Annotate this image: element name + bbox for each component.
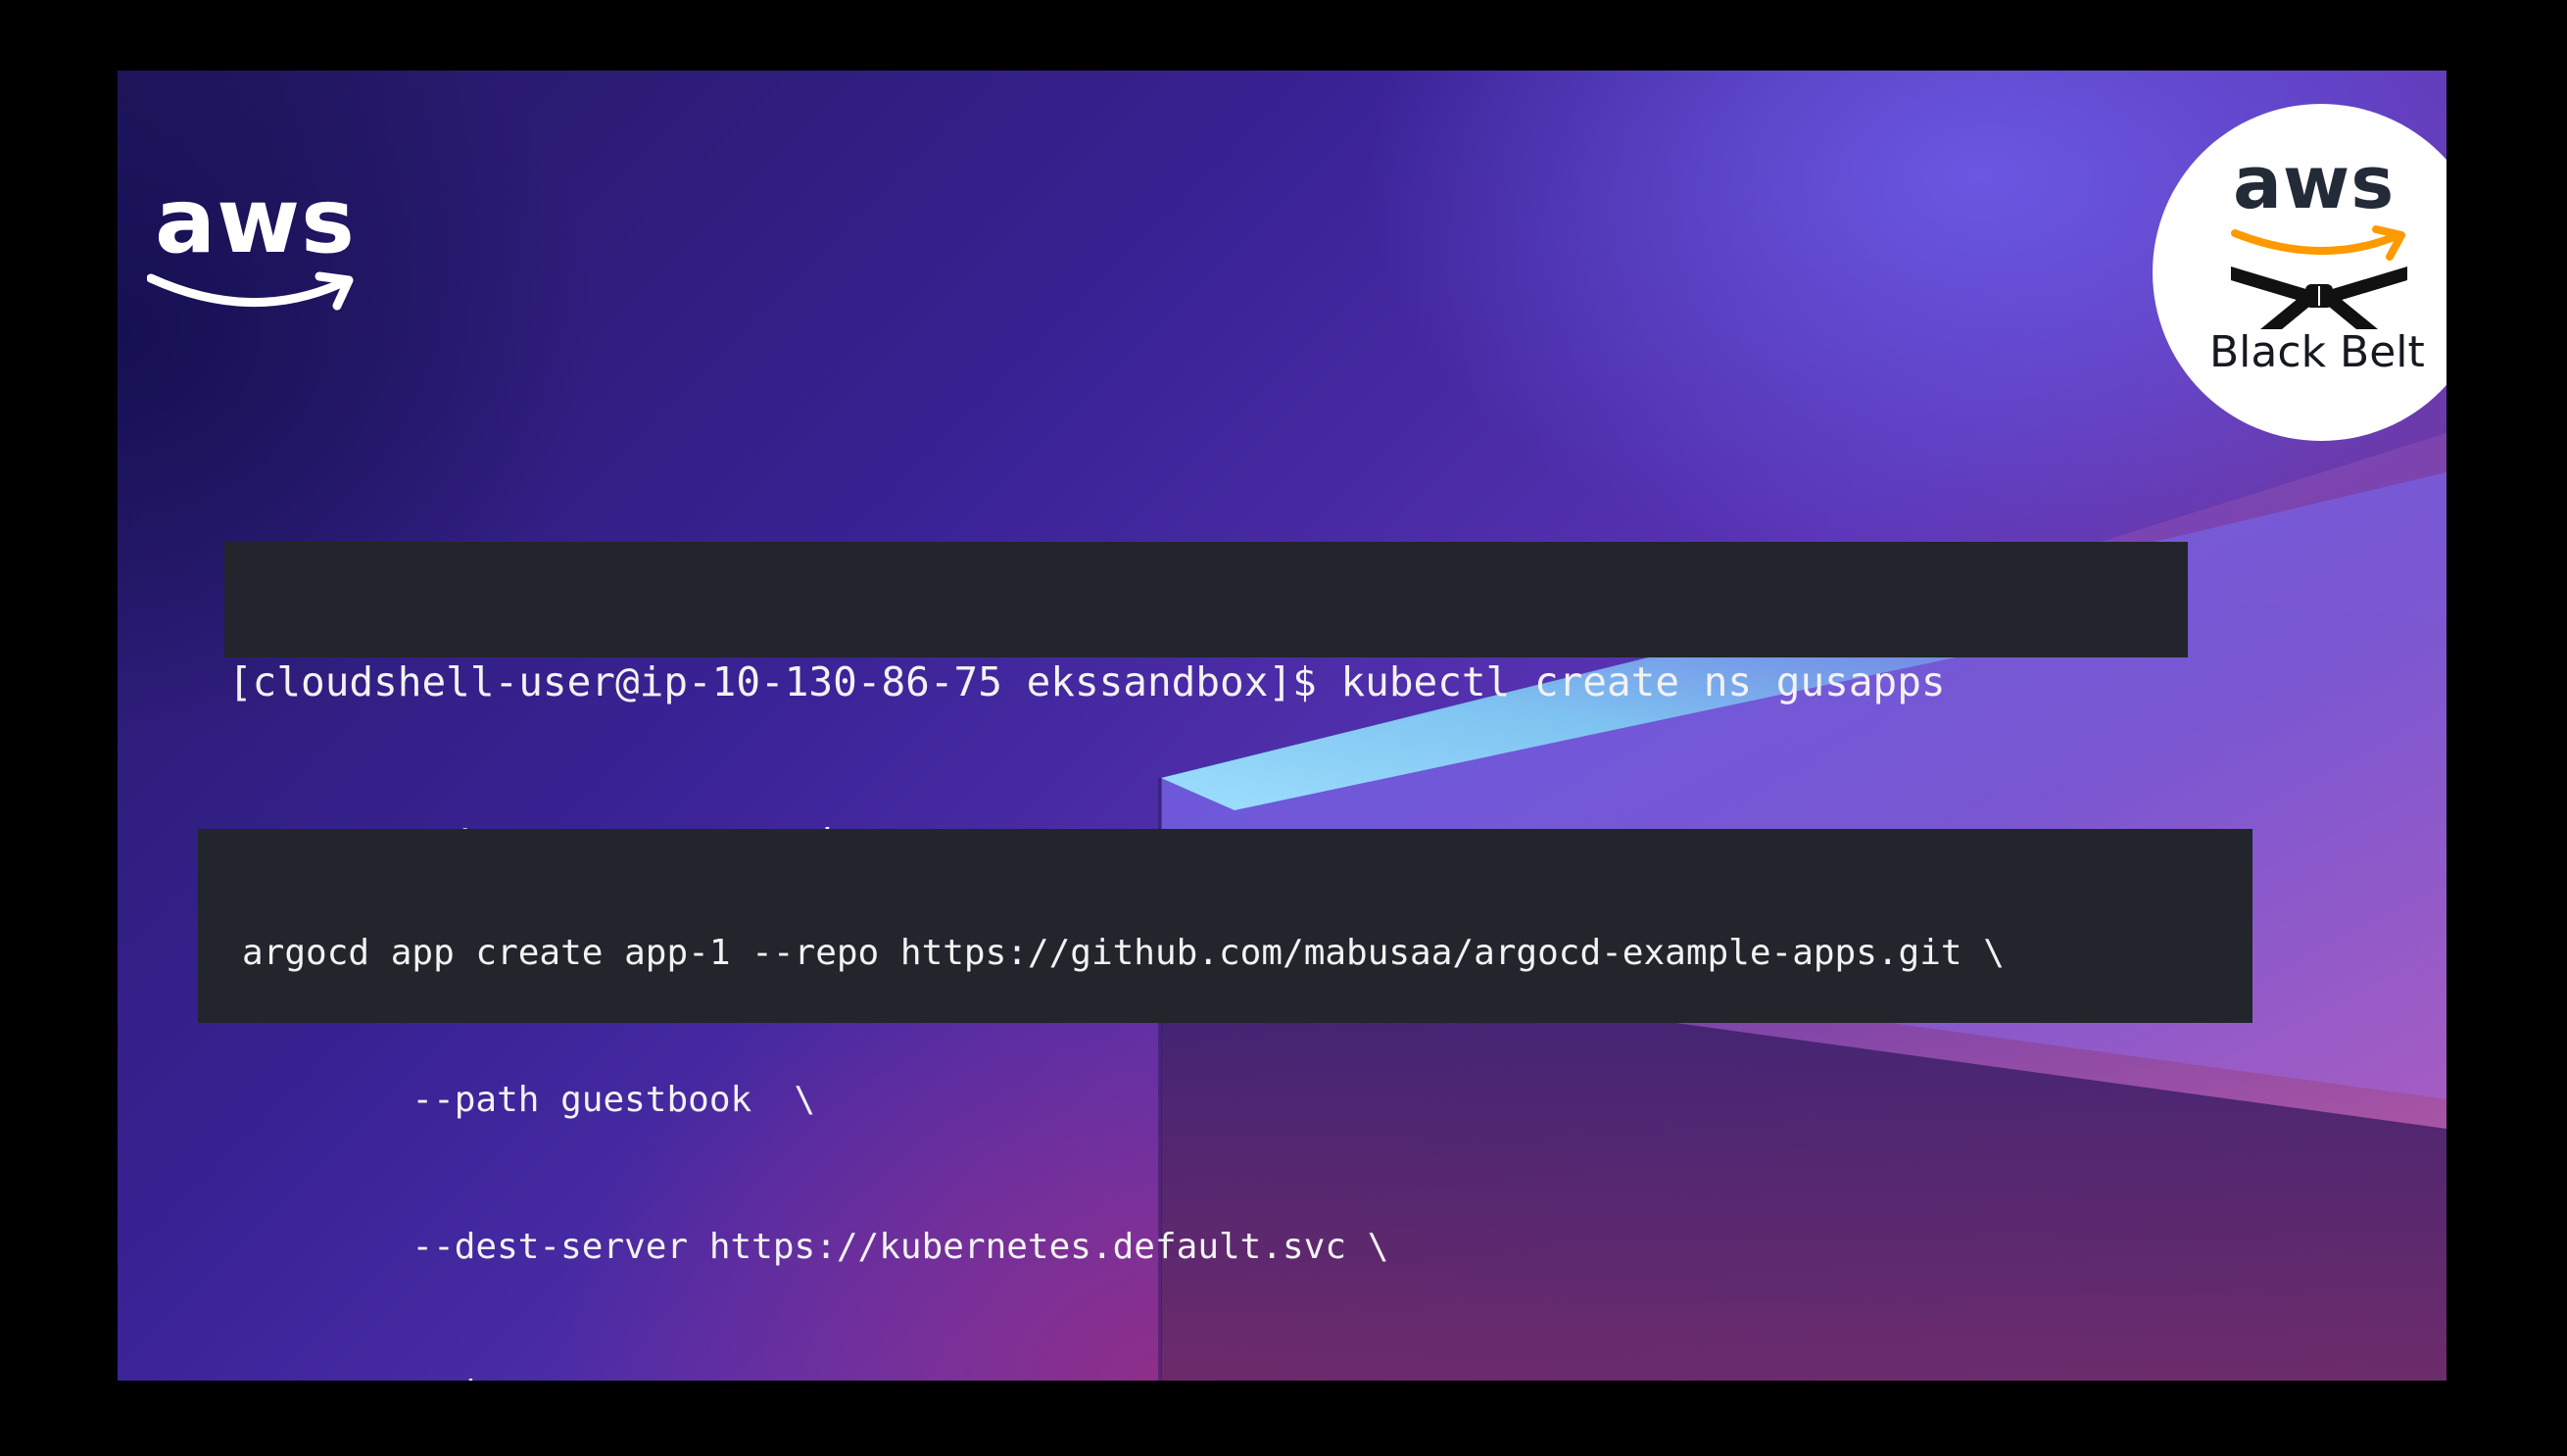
- terminal-line: --path guestbook \: [242, 1080, 816, 1120]
- presentation-slide: aws aws Black Belt [cloudshell-user@ip-1…: [118, 71, 2446, 1381]
- terminal-command-2: argocd app create app-1 --repo https://g…: [198, 829, 2252, 1381]
- aws-smile-arrow-icon: [147, 271, 354, 311]
- black-belt-label: Black Belt: [2209, 327, 2425, 377]
- aws-logo-icon: aws: [147, 176, 363, 314]
- terminal-line: [cloudshell-user@ip-10-130-86-75 ekssand…: [228, 658, 1946, 705]
- terminal-line: --dest-server https://kubernetes.default…: [242, 1227, 1389, 1267]
- terminal-line: argocd app create app-1 --repo https://g…: [242, 933, 2005, 973]
- black-belt-knot-icon: [2231, 267, 2407, 329]
- terminal-line: --dest-namespace gusapps: [242, 1370, 2252, 1381]
- terminal-output-1: [cloudshell-user@ip-10-130-86-75 ekssand…: [224, 542, 2188, 867]
